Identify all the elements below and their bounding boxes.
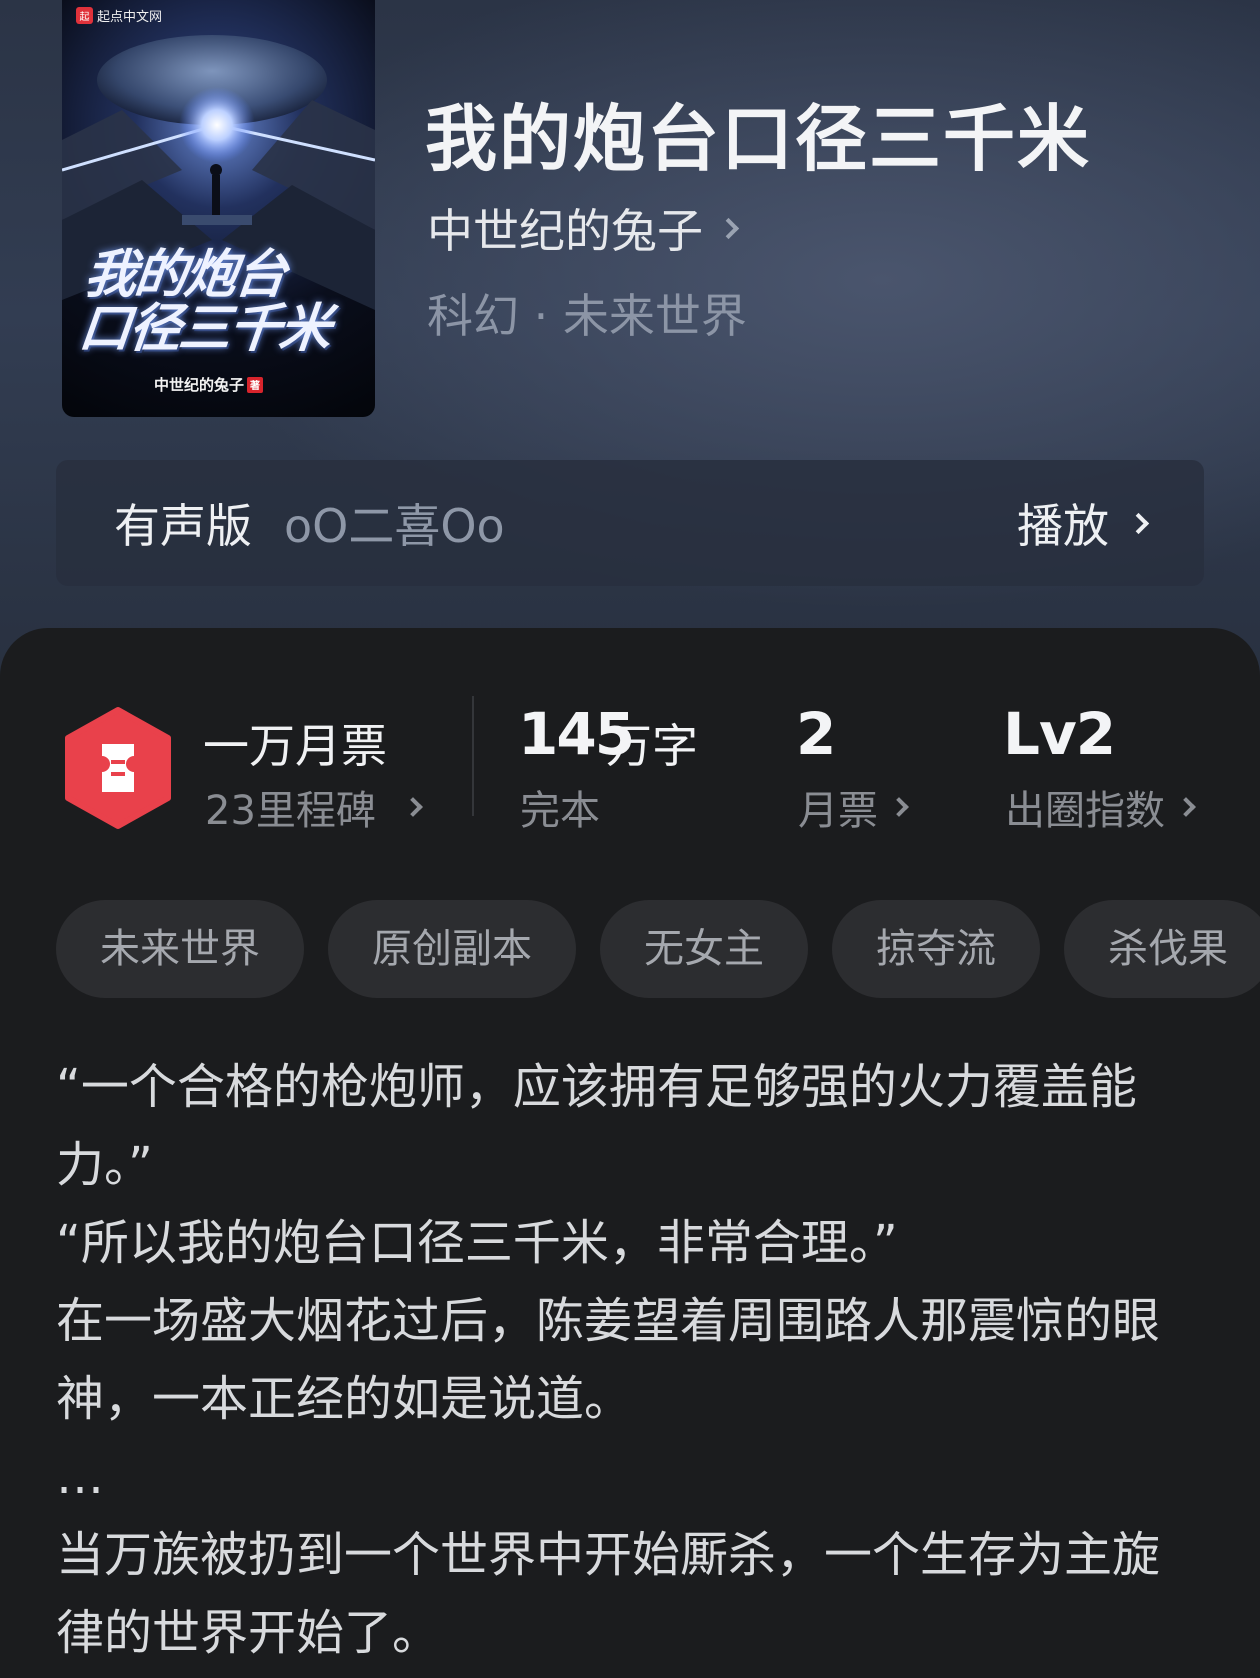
stats-row: 一万月票 23里程碑 145 万字 完本 2 月票 Lv2 出圈指数 [0,628,1260,834]
description-paragraph: … [56,1449,104,1505]
description-paragraph: “一个合格的枪炮师，应该拥有足够强的火力覆盖能力。” [56,1059,1137,1193]
tag-chip[interactable]: 杀伐果 [1064,900,1260,998]
audio-narrator: oO二喜Oo [284,499,505,553]
author-link[interactable]: 中世纪的兔子 [427,195,740,261]
tag-chip[interactable]: 无女主 [600,900,808,998]
chevron-right-icon [403,797,423,817]
tag-chip[interactable]: 掠夺流 [832,900,1040,998]
audio-version-bar[interactable]: 有声版 oO二喜Oo 播放 [56,460,1204,586]
monthly-ticket-badge-icon[interactable] [62,706,174,830]
monthly-votes-link[interactable]: 月票 [798,778,909,836]
monthly-votes-count: 2 [796,700,837,768]
popularity-level: Lv2 [1003,700,1116,768]
book-title: 我的炮台口径三千米 [425,97,1092,181]
book-info-card: 一万月票 23里程碑 145 万字 完本 2 月票 Lv2 出圈指数 未来世界原… [0,628,1260,1678]
description-paragraph: 当万族被扔到一个世界中开始厮杀，一个生存为主旋律的世界开始了。 [56,1527,1161,1661]
publisher-logo-icon: 起 [76,7,93,24]
book-genre: 科幻 · 未来世界 [427,289,747,343]
play-button[interactable]: 播放 [1017,490,1150,556]
chevron-right-icon [717,217,740,239]
book-description[interactable]: “一个合格的枪炮师，应该拥有足够强的火力覆盖能力。” “所以我的炮台口径三千米，… [56,1048,1206,1672]
stats-divider [472,696,474,816]
tag-chip[interactable]: 原创副本 [328,900,576,998]
chevron-right-icon [1176,797,1196,817]
monthly-ticket-title[interactable]: 一万月票 [203,710,387,776]
cover-publisher: 起 起点中文网 [76,6,162,25]
chevron-right-icon [889,797,909,817]
description-paragraph: 在一场盛大烟花过后，陈姜望着周围路人那震惊的眼神，一本正经的如是说道。 [56,1293,1161,1427]
tag-chip[interactable]: 未来世界 [56,900,304,998]
cover-title: 我的炮台 口径三千米 [76,244,333,359]
book-detail-page: 起 起点中文网 我的炮台 口径三千米 中世纪的兔子 著 我的炮台口径三千米 中世… [0,0,1260,1678]
milestone-link[interactable]: 23里程碑 [205,778,423,836]
chevron-right-icon [1127,512,1150,534]
description-paragraph: “所以我的炮台口径三千米，非常合理。” [56,1215,898,1271]
word-count-unit: 万字 [606,719,698,773]
tag-list: 未来世界 原创副本 无女主 掠夺流 杀伐果 [56,900,1260,998]
popularity-index-link[interactable]: 出圈指数 [1005,778,1196,836]
book-header: 起 起点中文网 我的炮台 口径三千米 中世纪的兔子 著 我的炮台口径三千米 中世… [0,0,1260,700]
cover-author: 中世纪的兔子 著 [154,374,264,395]
author-name: 中世纪的兔子 [427,204,703,258]
audio-label: 有声版 [114,499,252,553]
book-cover[interactable]: 起 起点中文网 我的炮台 口径三千米 中世纪的兔子 著 [62,0,375,417]
book-status: 完本 [520,788,600,834]
author-mark-icon: 著 [247,376,264,393]
